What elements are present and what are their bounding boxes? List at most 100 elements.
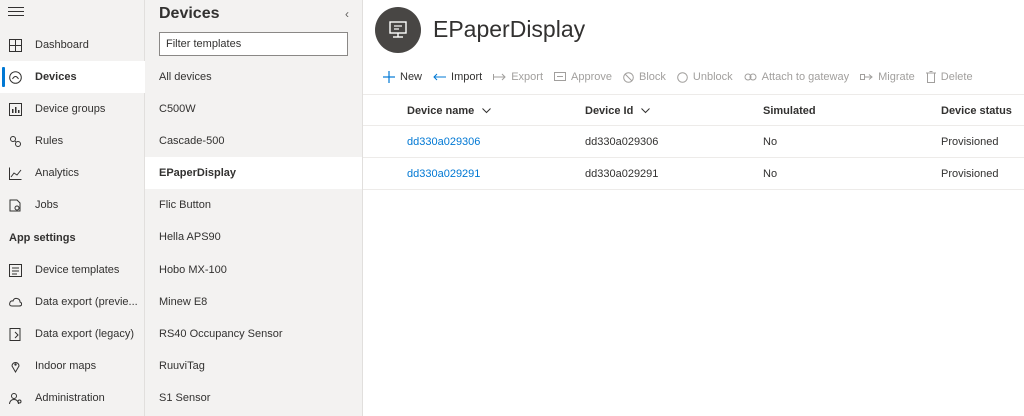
table-row[interactable]: dd330a029291 dd330a029291 No Provisioned	[363, 158, 1024, 190]
import-icon	[433, 72, 447, 82]
new-button[interactable]: New	[383, 71, 422, 83]
delete-button[interactable]: Delete	[925, 71, 973, 83]
unblock-label: Unblock	[692, 71, 733, 83]
data-export-icon	[8, 295, 22, 309]
column-header-device-name[interactable]: Device name	[407, 95, 492, 126]
import-button[interactable]: Import	[433, 71, 482, 83]
export-label: Export	[511, 71, 543, 83]
template-item-c500w[interactable]: C500W	[145, 93, 362, 125]
template-item-hella-aps90[interactable]: Hella APS90	[145, 221, 362, 253]
device-template-avatar	[375, 7, 421, 53]
approve-icon	[554, 72, 566, 82]
attach-to-gateway-button[interactable]: Attach to gateway	[744, 71, 849, 83]
nav-label: Device templates	[35, 264, 120, 276]
migrate-button[interactable]: Migrate	[860, 71, 915, 83]
nav-label: Rules	[35, 135, 64, 147]
migrate-label: Migrate	[878, 71, 915, 83]
nav-item-devices[interactable]: Devices	[0, 61, 145, 93]
template-item-flic-button[interactable]: Flic Button	[145, 189, 362, 221]
simulated-cell: No	[763, 167, 778, 180]
nav-label: Indoor maps	[35, 360, 97, 372]
dashboard-icon	[8, 38, 22, 52]
device-status-cell: Provisioned	[941, 135, 999, 148]
attach-icon	[744, 72, 757, 82]
device-icon	[389, 21, 407, 38]
nav-label: Devices	[35, 71, 77, 83]
main-content: EPaperDisplay New Import Export Approve …	[363, 0, 1024, 416]
export-icon	[493, 72, 506, 82]
device-templates-icon	[8, 263, 22, 277]
nav-item-data-export-preview[interactable]: Data export (previe...	[0, 286, 145, 318]
nav-section-app-settings: App settings	[9, 232, 76, 244]
nav-item-device-groups[interactable]: Device groups	[0, 93, 145, 125]
device-id-cell: dd330a029306	[585, 135, 659, 148]
device-status-cell: Provisioned	[941, 167, 999, 180]
unblock-button[interactable]: Unblock	[677, 71, 733, 83]
nav-item-analytics[interactable]: Analytics	[0, 157, 145, 189]
devices-table: Device name Device Id Simulated Device s…	[363, 94, 1024, 190]
nav-item-data-export-legacy[interactable]: Data export (legacy)	[0, 318, 145, 350]
table-header-row: Device name Device Id Simulated Device s…	[363, 94, 1024, 126]
attach-to-gateway-label: Attach to gateway	[761, 71, 850, 83]
block-label: Block	[638, 71, 666, 83]
nav-item-device-templates[interactable]: Device templates	[0, 254, 145, 286]
administration-icon	[8, 391, 22, 405]
template-item-epaperdisplay[interactable]: EPaperDisplay	[145, 157, 362, 189]
approve-button[interactable]: Approve	[554, 71, 612, 83]
template-item-all-devices[interactable]: All devices	[145, 61, 362, 93]
nav-label: Analytics	[35, 167, 80, 179]
column-header-device-id[interactable]: Device Id	[585, 95, 651, 126]
nav-label: Administration	[35, 392, 105, 404]
column-header-label: Device name	[407, 104, 475, 117]
block-icon	[623, 71, 634, 83]
column-header-label: Device Id	[585, 104, 634, 117]
nav-item-dashboard[interactable]: Dashboard	[0, 29, 145, 61]
template-item-cascade-500[interactable]: Cascade-500	[145, 125, 362, 157]
nav-label: Dashboard	[35, 39, 89, 51]
rules-icon	[8, 134, 22, 148]
template-item-rs40-occupancy-sensor[interactable]: RS40 Occupancy Sensor	[145, 318, 362, 350]
analytics-icon	[8, 166, 22, 180]
nav-item-administration[interactable]: Administration	[0, 382, 145, 414]
chevron-down-icon	[482, 107, 492, 114]
nav-label: Data export (legacy)	[35, 328, 135, 340]
template-item-minew-e8[interactable]: Minew E8	[145, 286, 362, 318]
command-bar: New Import Export Approve Block Unblock …	[363, 66, 984, 88]
devices-icon	[8, 70, 22, 84]
migrate-icon	[860, 72, 873, 82]
approve-label: Approve	[571, 71, 612, 83]
jobs-icon	[8, 198, 22, 212]
device-name-link[interactable]: dd330a029291	[407, 158, 480, 189]
chevron-down-icon	[641, 107, 651, 114]
indoor-maps-icon	[8, 359, 22, 373]
templates-title: Devices	[159, 5, 220, 22]
nav-item-indoor-maps[interactable]: Indoor maps	[0, 350, 145, 382]
nav-label: Device groups	[35, 103, 106, 115]
device-groups-icon	[8, 102, 22, 116]
hamburger-menu-icon[interactable]	[8, 4, 24, 20]
simulated-cell: No	[763, 135, 778, 148]
export-button[interactable]: Export	[493, 71, 543, 83]
delete-icon	[925, 71, 936, 83]
page-title: EPaperDisplay	[433, 16, 586, 42]
nav-item-rules[interactable]: Rules	[0, 125, 145, 157]
device-id-cell: dd330a029291	[585, 167, 659, 180]
collapse-chevron-left-icon[interactable]: ‹	[345, 7, 349, 21]
template-item-s1-sensor[interactable]: S1 Sensor	[145, 382, 362, 414]
device-name-link[interactable]: dd330a029306	[407, 126, 480, 157]
template-item-ruuvitag[interactable]: RuuviTag	[145, 350, 362, 382]
table-row[interactable]: dd330a029306 dd330a029306 No Provisioned	[363, 126, 1024, 158]
templates-pane: Devices ‹ All devices C500W Cascade-500 …	[145, 0, 363, 416]
column-header-simulated[interactable]: Simulated	[763, 95, 816, 126]
left-nav: Dashboard Devices Device groups Rules An…	[0, 0, 145, 416]
unblock-icon	[677, 71, 688, 83]
delete-label: Delete	[940, 71, 973, 83]
nav-label: Jobs	[35, 199, 59, 211]
block-button[interactable]: Block	[623, 71, 666, 83]
column-header-device-status[interactable]: Device status	[941, 95, 1012, 126]
nav-item-jobs[interactable]: Jobs	[0, 189, 145, 221]
new-label: New	[400, 71, 423, 83]
filter-templates-input[interactable]	[159, 32, 348, 56]
import-label: Import	[451, 71, 483, 83]
template-item-hobo-mx-100[interactable]: Hobo MX-100	[145, 254, 362, 286]
